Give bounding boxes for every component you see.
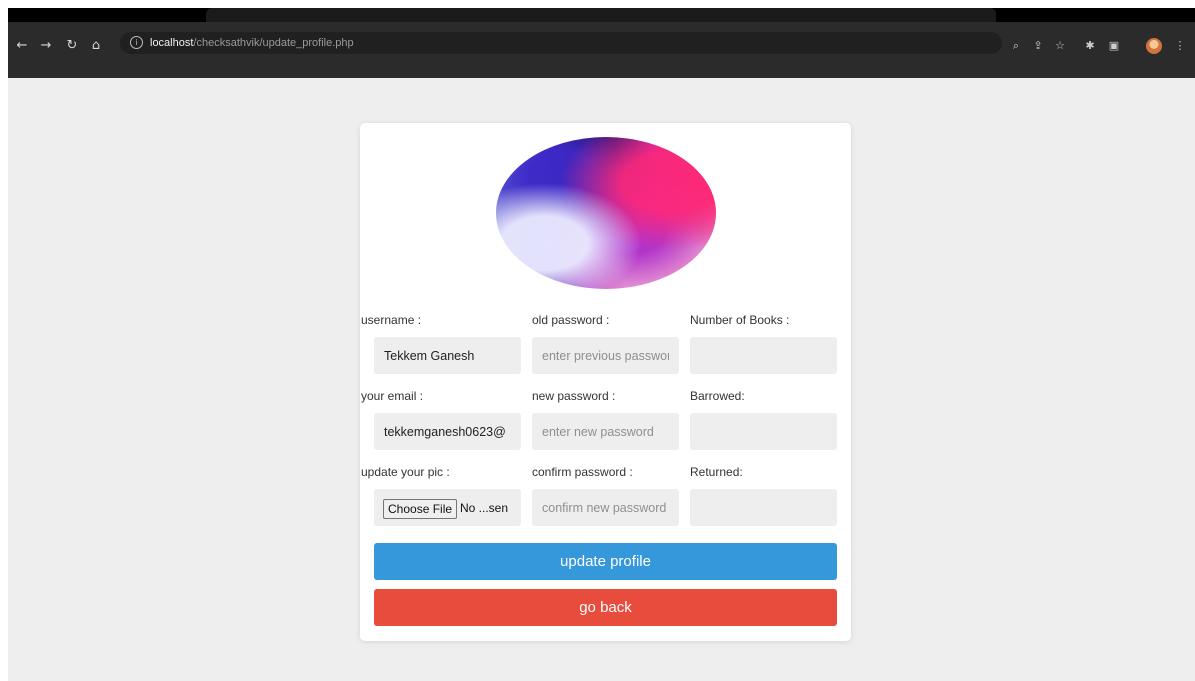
returned-label: Returned: — [690, 465, 743, 479]
reload-icon[interactable]: ↻ — [64, 38, 80, 54]
url-host: localhost — [150, 37, 194, 49]
new-password-label: new password : — [532, 389, 616, 403]
address-bar[interactable]: i localhost/checksathvik/update_profile.… — [120, 32, 1002, 54]
confirm-password-input[interactable] — [532, 489, 679, 526]
username-input[interactable] — [374, 337, 521, 374]
update-pic-label: update your pic : — [361, 465, 450, 479]
borrowed-input[interactable] — [690, 413, 837, 450]
profile-picture — [496, 137, 716, 289]
returned-input[interactable] — [690, 489, 837, 526]
tab-strip — [8, 8, 1195, 22]
share-icon[interactable]: ⇪ — [1030, 38, 1046, 54]
file-upload-field: Choose File No ...sen — [374, 489, 521, 526]
star-icon[interactable]: ☆ — [1052, 38, 1068, 54]
update-profile-card: username : old password : Number of Book… — [360, 123, 851, 641]
url-text: localhost/checksathvik/update_profile.ph… — [150, 35, 354, 51]
zoom-icon[interactable]: ⌕ — [1008, 38, 1024, 54]
update-profile-button[interactable]: update profile — [374, 543, 837, 580]
file-status-text: No ...sen — [460, 501, 509, 515]
email-input[interactable] — [374, 413, 521, 450]
username-label: username : — [361, 313, 422, 327]
number-of-books-label: Number of Books : — [690, 313, 790, 327]
old-password-label: old password : — [532, 313, 610, 327]
active-tab[interactable] — [206, 8, 996, 22]
extensions-icon[interactable]: ✱ — [1082, 38, 1098, 54]
confirm-password-label: confirm password : — [532, 465, 633, 479]
browser-window: ← → ↻ ⌂ i localhost/checksathvik/update_… — [8, 8, 1195, 681]
borrowed-label: Barrowed: — [690, 389, 745, 403]
forward-arrow-icon[interactable]: → — [38, 38, 54, 54]
url-path: /checksathvik/update_profile.php — [193, 37, 354, 49]
sidepanel-icon[interactable]: ▣ — [1106, 38, 1122, 54]
go-back-button[interactable]: go back — [374, 589, 837, 626]
browser-toolbar: ← → ↻ ⌂ i localhost/checksathvik/update_… — [8, 22, 1195, 78]
email-label: your email : — [361, 389, 424, 403]
back-arrow-icon[interactable]: ← — [14, 38, 30, 54]
old-password-input[interactable] — [532, 337, 679, 374]
new-password-input[interactable] — [532, 413, 679, 450]
choose-file-button[interactable]: Choose File — [383, 499, 458, 519]
home-icon[interactable]: ⌂ — [88, 38, 104, 54]
profile-avatar-icon[interactable] — [1146, 38, 1162, 54]
menu-icon[interactable]: ⋮ — [1172, 38, 1188, 54]
number-of-books-input[interactable] — [690, 337, 837, 374]
site-info-icon[interactable]: i — [130, 36, 143, 49]
